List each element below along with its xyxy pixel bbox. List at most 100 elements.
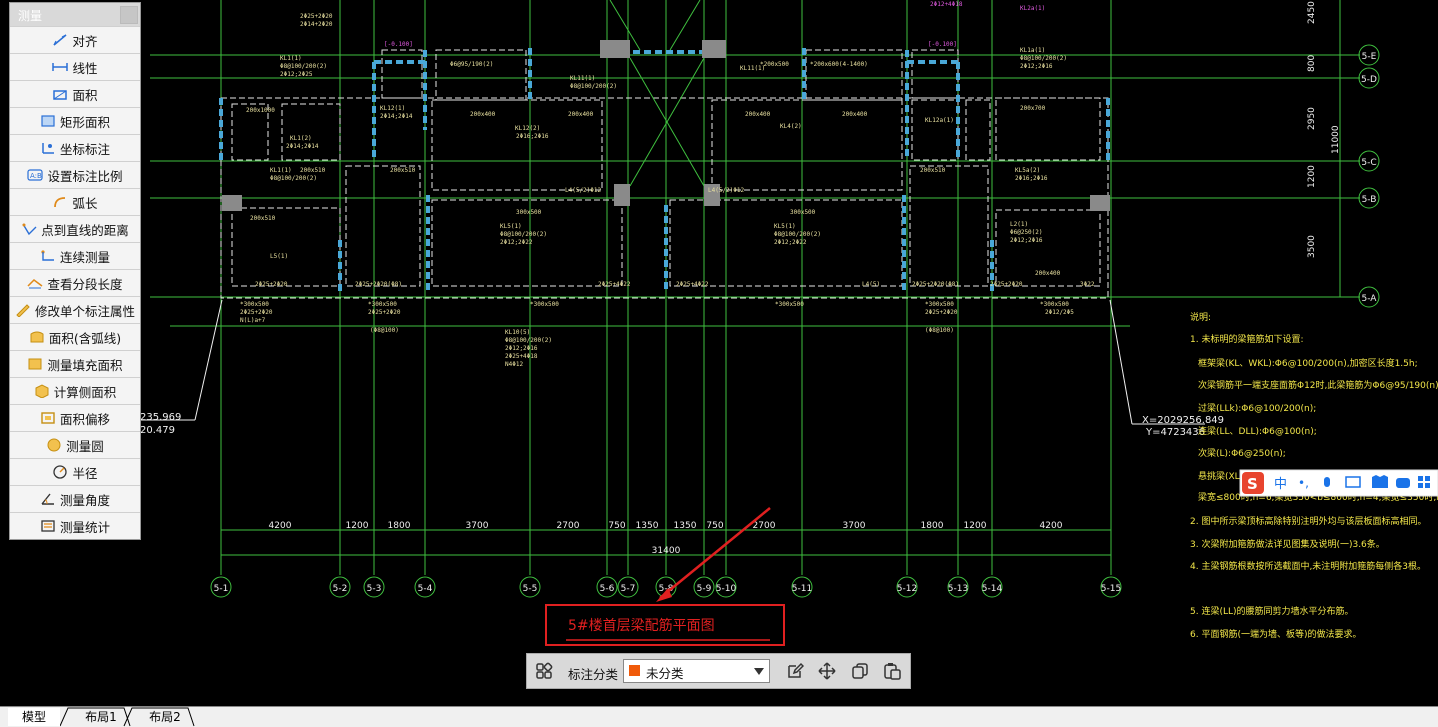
svg-text:KL5(1): KL5(1) — [500, 223, 522, 230]
measure-tool-continuous-measure[interactable]: 连续测量 — [10, 242, 140, 269]
svg-text:Φ6@250(2): Φ6@250(2) — [1010, 229, 1043, 236]
axis-label: 5-6 — [600, 584, 615, 594]
measure-tool-area-offset[interactable]: 面积偏移 — [10, 404, 140, 431]
measure-tool-arc-length[interactable]: 弧长 — [10, 188, 140, 215]
measure-tool-coordinate[interactable]: 坐标标注 — [10, 134, 140, 161]
svg-text:Φ8@100/200(2): Φ8@100/200(2) — [500, 231, 547, 238]
tab-model[interactable]: 模型 — [8, 708, 60, 726]
tab-layout2[interactable]: 布局2 — [140, 708, 190, 726]
axis-label: 5-10 — [716, 584, 737, 594]
dim-text: 2950 — [1307, 107, 1317, 130]
side-area-icon — [34, 384, 50, 399]
move-icon[interactable] — [818, 662, 836, 680]
svg-text:*200x500: *200x500 — [760, 61, 789, 68]
svg-text:2Φ25+2Φ20: 2Φ25+2Φ20 — [368, 309, 401, 316]
svg-text:KL1(2): KL1(2) — [290, 135, 312, 142]
axis-label: 5-E — [1362, 52, 1377, 62]
align-measure-icon — [52, 33, 68, 47]
measure-tool-side-area[interactable]: 计算侧面积 — [10, 377, 140, 404]
svg-text:2Φ25+2Φ20: 2Φ25+2Φ20 — [255, 281, 288, 288]
svg-text:KL10(5): KL10(5) — [505, 329, 530, 336]
svg-text:2Φ14+2Φ20: 2Φ14+2Φ20 — [300, 21, 333, 28]
tab-layout1[interactable]: 布局1 — [76, 708, 126, 726]
axis-label: 5-11 — [792, 584, 812, 594]
svg-text:2Φ12;2Φ16: 2Φ12;2Φ16 — [1010, 237, 1043, 244]
svg-text:中: 中 — [1274, 477, 1287, 492]
svg-text:200x1000: 200x1000 — [246, 107, 275, 114]
arc-length-icon — [52, 195, 68, 209]
measure-tool-point-line-distance[interactable]: 点到直线的距离 — [10, 215, 140, 242]
svg-text:2Φ25+2Φ20(Φ8): 2Φ25+2Φ20(Φ8) — [912, 281, 959, 288]
note-line: 6. 平面钢筋(一端为墙、板等)的做法要求。 — [1190, 628, 1361, 640]
dim-text: 1800 — [921, 521, 944, 531]
category-select[interactable]: 未分类 — [623, 659, 770, 683]
svg-text:2Φ12+4Φ18: 2Φ12+4Φ18 — [930, 1, 963, 8]
grid-menu-icon[interactable] — [535, 662, 553, 680]
measure-tool-circle-measure[interactable]: 测量圆 — [10, 431, 140, 458]
svg-text:KL2a(1): KL2a(1) — [1020, 5, 1045, 12]
svg-text:200x400: 200x400 — [470, 111, 496, 118]
axis-labels-right: 5-E 5-D 5-C 5-B 5-A — [1361, 52, 1377, 304]
measure-tool-label: 计算侧面积 — [53, 384, 117, 400]
measure-tool-align-measure[interactable]: 对齐 — [10, 26, 140, 53]
rect-area-icon — [40, 114, 56, 128]
dim-text: 1800 — [388, 521, 411, 531]
coordinate-icon — [40, 141, 56, 155]
dim-text: 1350 — [674, 521, 697, 531]
svg-text:S: S — [1247, 475, 1258, 493]
copy-icon[interactable] — [851, 662, 869, 680]
dim-text: 4200 — [269, 521, 292, 531]
measure-tool-edit-annotation[interactable]: 修改单个标注属性 — [10, 296, 140, 323]
measure-tool-rect-area[interactable]: 矩形面积 — [10, 107, 140, 134]
measure-tool-angle[interactable]: 测量角度 — [10, 485, 140, 512]
coord-text: X=2029256.849 — [1142, 415, 1224, 426]
measure-tool-fill-area[interactable]: 测量填充面积 — [10, 350, 140, 377]
measure-tool-radius[interactable]: 半径 — [10, 458, 140, 485]
note-line: 悬挑梁(XL): — [1198, 470, 1246, 482]
measure-tool-label: 弧长 — [72, 195, 98, 211]
svg-text:KL12a(1): KL12a(1) — [925, 117, 954, 124]
measure-tool-label: 测量圆 — [66, 438, 104, 454]
axis-label: 5-D — [1361, 75, 1377, 85]
svg-text:2Φ25+4Φ22: 2Φ25+4Φ22 — [598, 281, 631, 288]
continuous-measure-icon — [40, 249, 56, 263]
measure-tool-label: 线性 — [72, 60, 98, 76]
category-value: 未分类 — [646, 666, 684, 681]
drawing-title: 5#楼首层梁配筋平面图 — [568, 617, 715, 634]
measure-tool-label: 修改单个标注属性 — [34, 303, 135, 319]
ime-toolbar[interactable]: S 中 •, — [1239, 469, 1438, 497]
measure-tool-arc-area[interactable]: 面积(含弧线) — [10, 323, 140, 350]
svg-text:200x700: 200x700 — [1020, 105, 1046, 112]
svg-text:200x510: 200x510 — [920, 167, 946, 174]
note-line: 框架梁(KL、WKL):Φ6@100/200(n),加密区长度1.5h; — [1198, 357, 1418, 369]
axis-label: 5-A — [1362, 294, 1378, 304]
measure-tool-label: 矩形面积 — [59, 114, 110, 130]
dim-text: 750 — [608, 521, 625, 531]
paste-icon[interactable] — [883, 662, 901, 680]
svg-text:2Φ25+2Φ20: 2Φ25+2Φ20 — [925, 309, 958, 316]
svg-text:2Φ25+2Φ20: 2Φ25+2Φ20 — [240, 309, 273, 316]
svg-text:2Φ25+4Φ18: 2Φ25+4Φ18 — [505, 353, 538, 360]
svg-text:200x400: 200x400 — [1035, 270, 1061, 277]
svg-text:(Φ8@100): (Φ8@100) — [370, 327, 399, 334]
svg-text:*200x600(4-1400): *200x600(4-1400) — [810, 61, 868, 68]
svg-text:200x510: 200x510 — [300, 167, 326, 174]
mic-icon — [1324, 477, 1330, 487]
edit-icon[interactable] — [786, 662, 804, 680]
note-line: 1. 未标明的梁箍筋如下设置: — [1190, 333, 1303, 345]
measure-tool-linear-measure[interactable]: 线性 — [10, 53, 140, 80]
svg-text:L4(5): L4(5) — [862, 281, 880, 288]
measure-tool-segment-length[interactable]: 查看分段长度 — [10, 269, 140, 296]
measure-tool-scale-setting[interactable]: A:B 设置标注比例 — [10, 161, 140, 188]
cad-drawing-canvas[interactable]: 2Φ25+2Φ202Φ14+2Φ20 KL1(1)Φ8@100/200(2)2Φ… — [0, 0, 1438, 706]
coord-text: 20.479 — [140, 425, 175, 436]
svg-text:2Φ12;2Φ16: 2Φ12;2Φ16 — [1020, 63, 1053, 70]
measure-tool-label: 点到直线的距离 — [41, 222, 129, 238]
axis-label: 5-13 — [948, 584, 968, 594]
axis-label: 5-3 — [367, 584, 382, 594]
measure-tool-area[interactable]: 面积 — [10, 80, 140, 107]
arc-area-icon — [29, 330, 45, 344]
panel-close-button[interactable] — [120, 6, 138, 24]
measure-tool-statistics[interactable]: 测量统计 — [10, 512, 140, 539]
svg-text:2Φ16;2Φ16: 2Φ16;2Φ16 — [516, 133, 549, 140]
